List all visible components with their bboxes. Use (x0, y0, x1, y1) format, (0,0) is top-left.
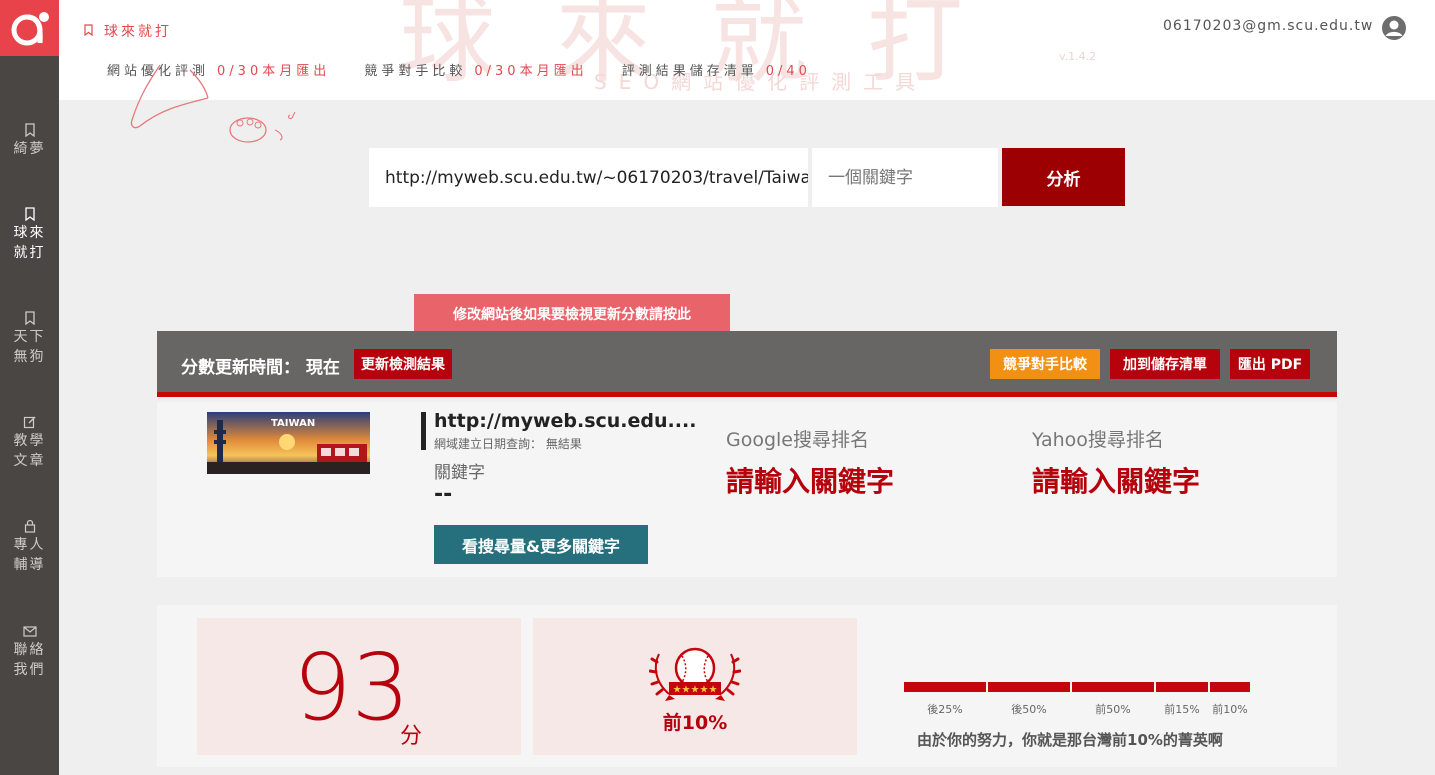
sidebar-item-tutor[interactable]: 專人輔導 (0, 519, 59, 575)
score-card: 93 分 (197, 618, 521, 755)
user-email[interactable]: 06170203@gm.scu.edu.tw (1163, 18, 1373, 34)
segment-label: 後25% (927, 703, 963, 716)
segment-label: 前10% (1212, 703, 1248, 716)
update-time-label: 分數更新時間： 現在 (181, 358, 340, 378)
logo-icon (11, 12, 49, 46)
quota-label: 評測結果儲存清單 (621, 64, 758, 79)
rank-card: ★★★★★ 前10% (533, 618, 857, 755)
sidebar-item-articles[interactable]: 教學文章 (0, 415, 59, 471)
quota-competitor[interactable]: 競爭對手比較 0/30本月匯出 (364, 60, 587, 79)
bookmark-icon (24, 123, 35, 137)
progress-caption: 由於你的努力，你就是那台灣前10%的菁英啊 (917, 731, 1223, 749)
result-bar: 分數更新時間： 現在 更新檢測結果 競爭對手比較 加到儲存清單 匯出 PDF (157, 331, 1337, 397)
yahoo-rank-title: Yahoo搜尋排名 (1032, 429, 1164, 451)
sidebar-item-ball[interactable]: 球來就打 (0, 207, 59, 263)
quota-saved-list[interactable]: 評測結果儲存清單 0/40 (622, 60, 811, 79)
version-label: v.1.4.2 (1059, 50, 1097, 63)
segment-label: 後50% (1011, 703, 1047, 716)
site-accent-bar (421, 412, 426, 450)
analyze-button[interactable]: 分析 (1002, 148, 1125, 206)
lock-icon (24, 519, 35, 533)
score-value: 93 (293, 634, 411, 741)
update-tooltip: 修改網站後如果要檢視更新分數請按此 (414, 294, 730, 334)
baseball-laurel-icon: ★★★★★ (649, 647, 741, 701)
quota-label: 網站優化評測 (107, 64, 210, 79)
segment-label: 前15% (1164, 703, 1200, 716)
header: 球來就打 SEO網站優化評測工具 v.1.4.2 球來就打 網站優化評測 0/30… (59, 0, 1435, 100)
progress-segment (1210, 682, 1250, 692)
site-thumbnail: TAIWAN (207, 412, 370, 474)
quota-row: 網站優化評測 0/30本月匯出 競爭對手比較 0/30本月匯出 評測結果儲存清單 0/… (107, 60, 837, 79)
user-avatar-icon[interactable] (1381, 15, 1407, 41)
quota-value: 0/40 (765, 64, 811, 79)
progress-segment (1072, 682, 1154, 692)
sidebar-item-dream[interactable]: 綺夢 (0, 123, 59, 159)
rank-badge-text: 前10% (662, 712, 728, 734)
sidebar: 綺夢 球來就打 天下無狗 教學文章 專人輔導 聯絡我們 (0, 0, 59, 775)
sidebar-item-label: 聯絡我們 (13, 642, 46, 678)
progress-segment (1156, 682, 1208, 692)
score-panel: 93 分 ★★★★★ 前10% 後25% 後50% 前50% 前15% 前10%… (157, 605, 1337, 767)
url-input[interactable] (369, 148, 808, 207)
logo[interactable] (0, 0, 59, 56)
compare-competitor-button[interactable]: 競爭對手比較 (990, 349, 1100, 379)
score-unit: 分 (400, 724, 423, 749)
progress-segment (988, 682, 1070, 692)
sidebar-item-label: 教學文章 (13, 433, 46, 469)
bookmark-icon (24, 311, 35, 325)
domain-date: 網域建立日期查詢： 無結果 (434, 437, 582, 451)
export-pdf-button[interactable]: 匯出 PDF (1230, 349, 1310, 379)
sidebar-item-label: 球來就打 (13, 225, 46, 261)
sidebar-item-label: 天下無狗 (13, 329, 46, 365)
google-rank-value: 請輸入關鍵字 (726, 465, 895, 498)
app-title-text: 球來就打 (104, 24, 172, 40)
sidebar-item-contact[interactable]: 聯絡我們 (0, 624, 59, 680)
thumbnail-text: TAIWAN (271, 418, 315, 429)
bookmark-icon (83, 24, 94, 40)
quota-label: 競爭對手比較 (364, 64, 467, 79)
bookmark-icon (24, 207, 35, 221)
progress-segment (904, 682, 986, 692)
site-info-panel: TAIWAN http://myweb.scu.edu.... 網域建立日期查詢… (157, 402, 1337, 577)
more-keywords-button[interactable]: 看搜尋量&更多關鍵字 (434, 525, 648, 564)
add-to-saved-list-button[interactable]: 加到儲存清單 (1110, 349, 1220, 379)
mail-icon (22, 626, 37, 637)
edit-icon (23, 416, 35, 429)
update-results-button[interactable]: 更新檢測結果 (354, 349, 452, 379)
keyword-input[interactable] (812, 148, 998, 207)
site-url: http://myweb.scu.edu.... (434, 410, 697, 432)
keyword-value: -- (434, 482, 453, 507)
app-title: 球來就打 (83, 21, 172, 41)
keyword-label: 關鍵字 (434, 463, 485, 483)
quota-value: 0/30本月匯出 (217, 64, 331, 79)
quota-seo-eval[interactable]: 網站優化評測 0/30本月匯出 (107, 60, 330, 79)
google-rank-title: Google搜尋排名 (726, 429, 870, 451)
svg-text:★★★★★: ★★★★★ (673, 685, 718, 696)
sidebar-item-label: 綺夢 (13, 141, 46, 157)
sidebar-item-world[interactable]: 天下無狗 (0, 311, 59, 367)
quota-value: 0/30本月匯出 (474, 64, 588, 79)
segment-label: 前50% (1095, 703, 1131, 716)
yahoo-rank-value: 請輸入關鍵字 (1032, 465, 1201, 498)
sidebar-item-label: 專人輔導 (13, 537, 46, 573)
